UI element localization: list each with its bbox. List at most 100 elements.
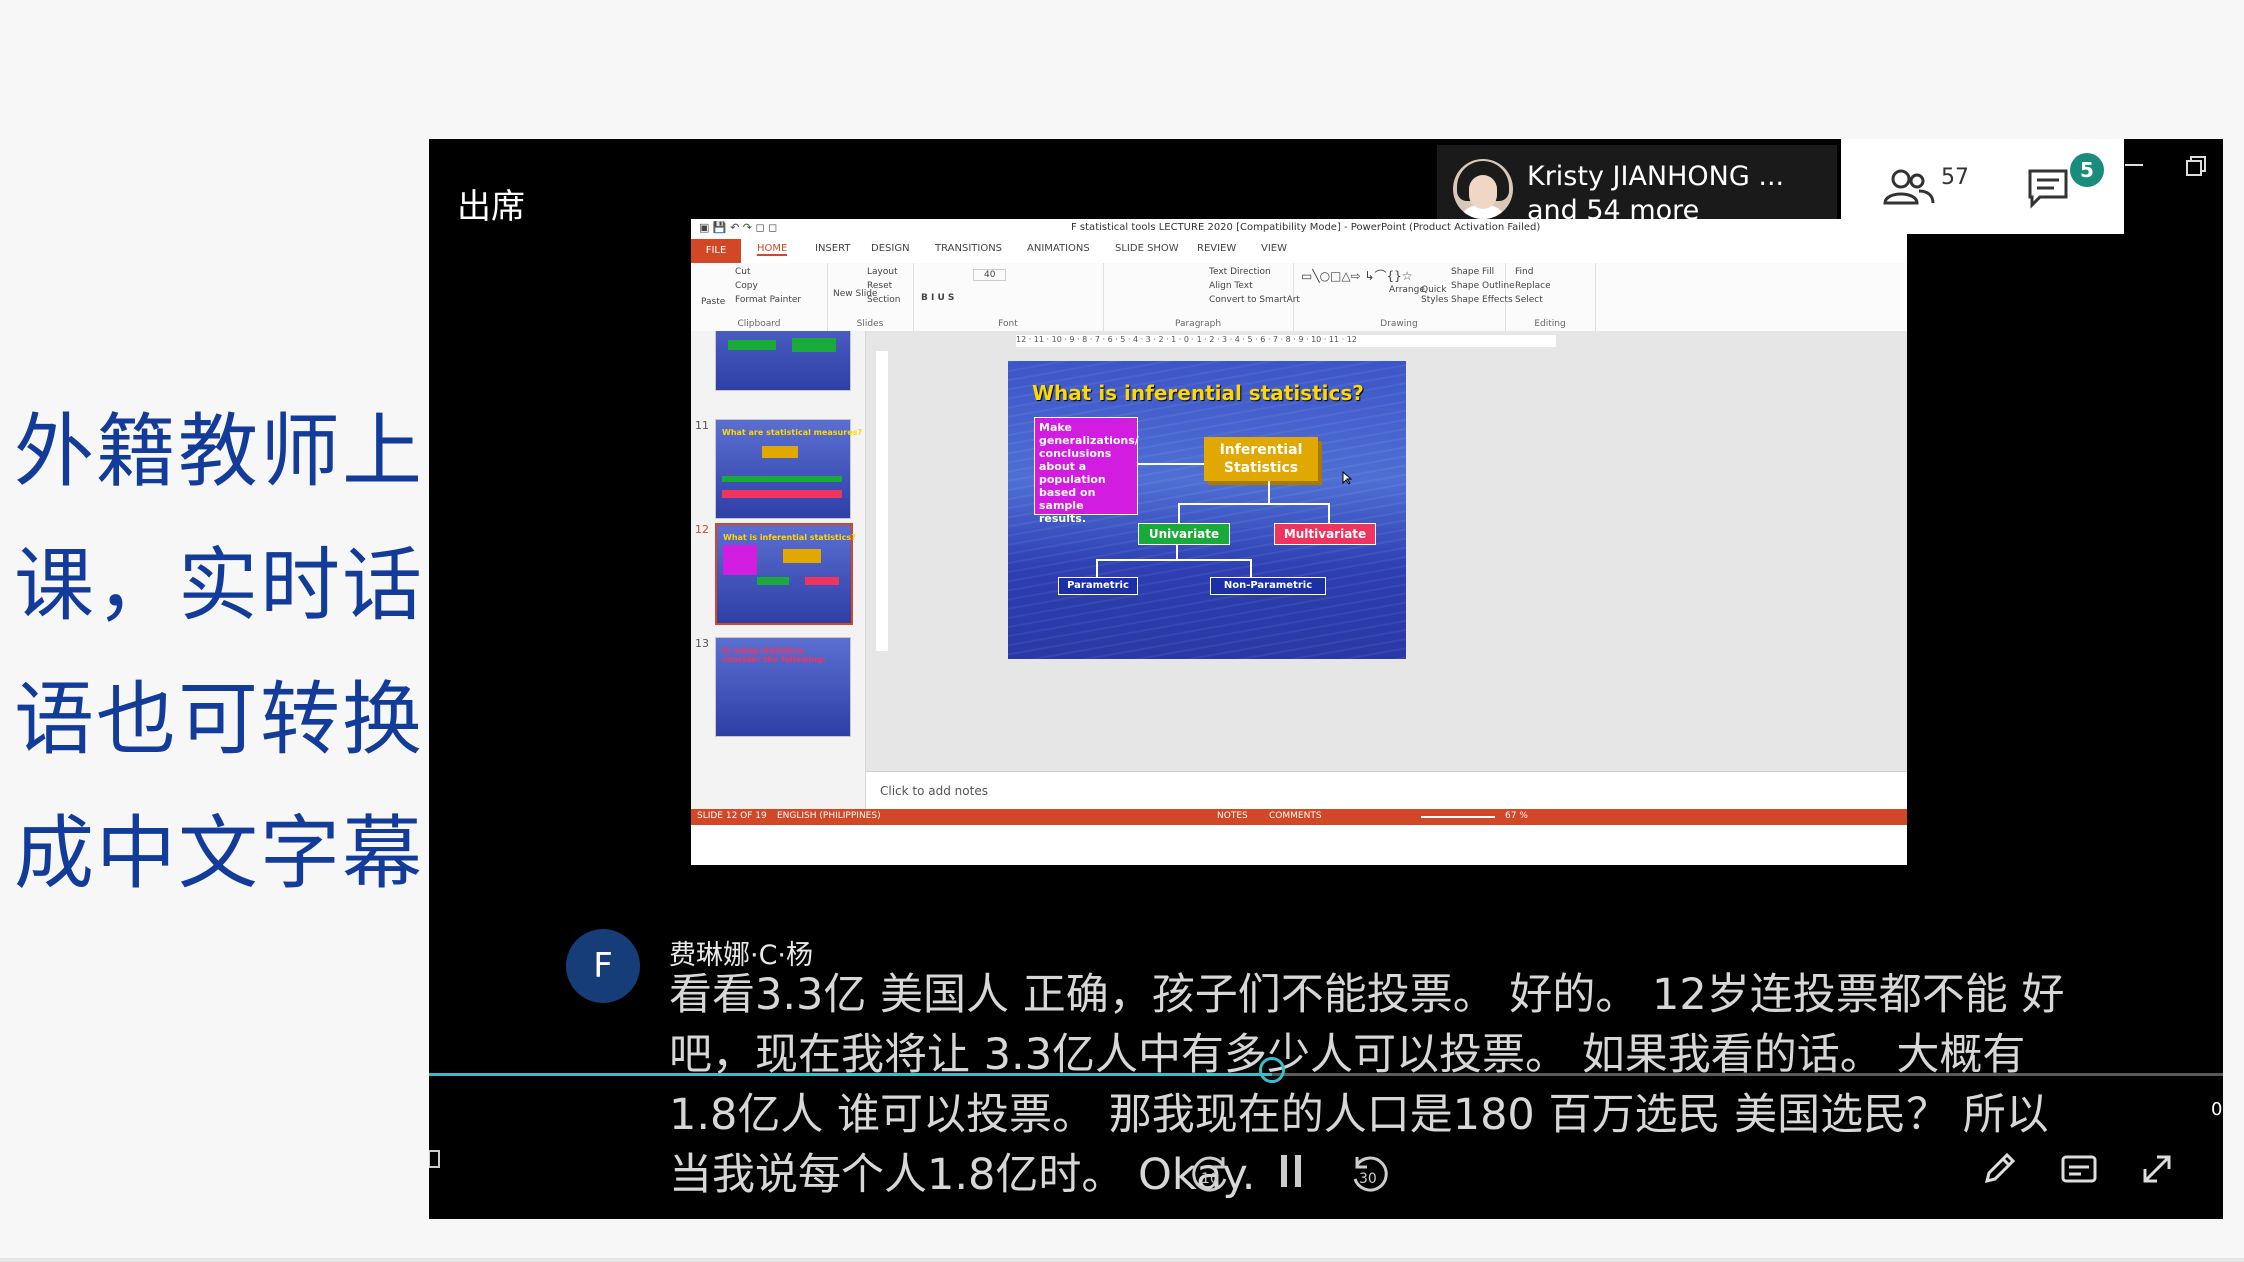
horizontal-ruler: 12 · 11 · 10 · 9 · 8 · 7 · 6 · 5 · 4 · 3… [1016,335,1556,347]
time-readout: 0 [2211,1099,2223,1120]
convert-smartart-button[interactable]: Convert to SmartArt [1209,295,1300,305]
quick-access-toolbar[interactable]: ▣ 💾 ↶ ↷ ◻ ◻ [699,221,777,234]
arrange-button[interactable]: Arrange [1389,285,1425,295]
tab-review[interactable]: REVIEW [1197,243,1236,254]
language-indicator[interactable]: ENGLISH (PHILIPPINES) [777,811,881,821]
shape-fill-button[interactable]: Shape Fill [1451,267,1494,277]
notes-placeholder: Click to add notes [880,784,988,798]
slide-title: What is inferential statistics? [1032,381,1364,405]
progress-handle[interactable] [1259,1057,1286,1083]
thumbnail-number: 13 [695,637,709,650]
people-button[interactable]: 57 [1881,165,1971,217]
slide-editor: 12 · 11 · 10 · 9 · 8 · 7 · 6 · 5 · 4 · 3… [866,331,1907,810]
connector-line [1178,503,1180,523]
tab-slide-show[interactable]: SLIDE SHOW [1115,243,1179,254]
thumbnail-title: What are statistical measures? [722,428,863,437]
meeting-title: 出席 [457,187,525,227]
forward-30-button[interactable]: 30 [1347,1151,1393,1197]
layout-button[interactable]: Layout [867,267,898,277]
slide-inferential-box: Inferential Statistics [1204,437,1318,481]
connector-line [1250,559,1252,577]
paragraph-group: Text Direction Align Text Convert to Sma… [1103,263,1300,331]
mouse-cursor-icon [1342,471,1352,485]
slide-indicator: SLIDE 12 OF 19 [697,811,767,821]
notes-button[interactable]: NOTES [1217,811,1248,821]
quick-styles-button[interactable]: Quick Styles [1421,285,1449,305]
shape-effects-button[interactable]: Shape Effects [1451,295,1513,305]
people-count: 57 [1941,165,1969,190]
ppt-titlebar: ▣ 💾 ↶ ↷ ◻ ◻ F statistical tools LECTURE … [691,219,1907,240]
replace-button[interactable]: Replace [1515,281,1551,291]
chat-icon [2028,169,2068,209]
connector-line [1178,503,1330,505]
progress-track[interactable] [429,1073,2223,1076]
participant-name: Kristy JIANHONG ... [1527,161,1785,192]
notes-pane[interactable]: Click to add notes [866,771,1907,810]
clipboard-label: Clipboard [737,319,781,329]
slide-thumbnail[interactable] [715,331,851,391]
tab-view[interactable]: VIEW [1261,243,1287,254]
thumbnail-number: 12 [695,523,709,536]
people-icon [1883,169,1935,205]
forward-label: 30 [1359,1171,1377,1187]
slide-thumbnail[interactable]: In using statistics, consider the follow… [715,637,851,737]
reset-button[interactable]: Reset [867,281,892,291]
thumbnail-title: What is inferential statistics? [723,533,856,542]
font-size-box[interactable]: 40 [973,269,1007,281]
side-caption-line: 语也可转换 [14,673,424,766]
select-button[interactable]: Select [1515,295,1543,305]
chat-button[interactable]: 5 [2026,153,2106,217]
rewind-10-button[interactable]: 10 [1187,1151,1233,1197]
slide-thumbnail[interactable]: What are statistical measures? [715,419,862,519]
section-button[interactable]: Section [867,295,900,305]
restore-icon[interactable] [2181,151,2211,181]
tab-transitions[interactable]: TRANSITIONS [935,243,1002,254]
tab-home[interactable]: HOME [757,243,788,256]
side-caption-line: 课，实时话 [14,539,424,632]
meeting-video-frame: 出席 Kristy JIANHONG ... and 54 more 57 5 [429,139,2223,1219]
find-button[interactable]: Find [1515,267,1533,277]
connector-line [1268,481,1270,503]
text-direction-button[interactable]: Text Direction [1209,267,1271,277]
comments-button[interactable]: COMMENTS [1269,811,1322,821]
caption-avatar: F [566,929,640,1003]
side-caption-line: 成中文字幕 [14,807,424,900]
connector-line [1138,463,1204,465]
slide-thumbnails: 11 What are statistical measures? 12 Wha… [691,331,866,809]
tab-animations[interactable]: ANIMATIONS [1027,243,1090,254]
thumbnail-number: 11 [695,419,709,432]
slides-group: New Slide Layout Reset Section Slides [827,263,914,331]
tab-insert[interactable]: INSERT [815,243,850,254]
font-group: 40 B I U S Font [913,263,1104,331]
fullscreen-icon[interactable] [2137,1149,2177,1189]
participant-pill[interactable]: Kristy JIANHONG ... and 54 more [1437,145,1837,226]
slide-parametric-box: Parametric [1058,577,1138,595]
tab-design[interactable]: DESIGN [871,243,910,254]
editing-label: Editing [1534,319,1566,329]
pause-button[interactable] [1277,1151,1307,1191]
thumbnail-title: In using statistics, consider the follow… [722,646,826,664]
clipboard-group: Paste Cut Copy Format Painter Clipboard [691,263,828,331]
minimize-icon[interactable] [2119,153,2149,177]
align-text-button[interactable]: Align Text [1209,281,1253,291]
pencil-icon[interactable] [1979,1149,2019,1189]
ppt-ribbon-tabs: FILE HOME INSERT DESIGN TRANSITIONS ANIM… [691,239,1907,264]
shapes-gallery[interactable]: ▭╲○□△⇨ ↳⌒{}☆ [1301,267,1413,284]
main-slide[interactable]: What is inferential statistics? Make gen… [1008,361,1406,659]
tab-file[interactable]: FILE [691,239,741,263]
connector-line [1096,559,1098,577]
bold-button[interactable]: B I U S [921,293,954,303]
zoom-level[interactable]: 67 % [1505,811,1528,821]
connector-line [1176,545,1178,559]
slide-thumbnail-selected[interactable]: What is inferential statistics? [715,523,856,625]
copy-button[interactable]: Copy [735,281,758,291]
paragraph-label: Paragraph [1174,319,1222,329]
edge-control-icon[interactable] [429,1145,441,1175]
paste-button[interactable]: Paste [701,297,725,307]
captions-icon[interactable] [2059,1151,2099,1187]
participant-avatar [1453,159,1513,219]
cut-button[interactable]: Cut [735,267,751,277]
zoom-slider[interactable] [1421,816,1495,818]
format-painter-button[interactable]: Format Painter [735,295,801,305]
bottom-divider [0,1258,2244,1262]
